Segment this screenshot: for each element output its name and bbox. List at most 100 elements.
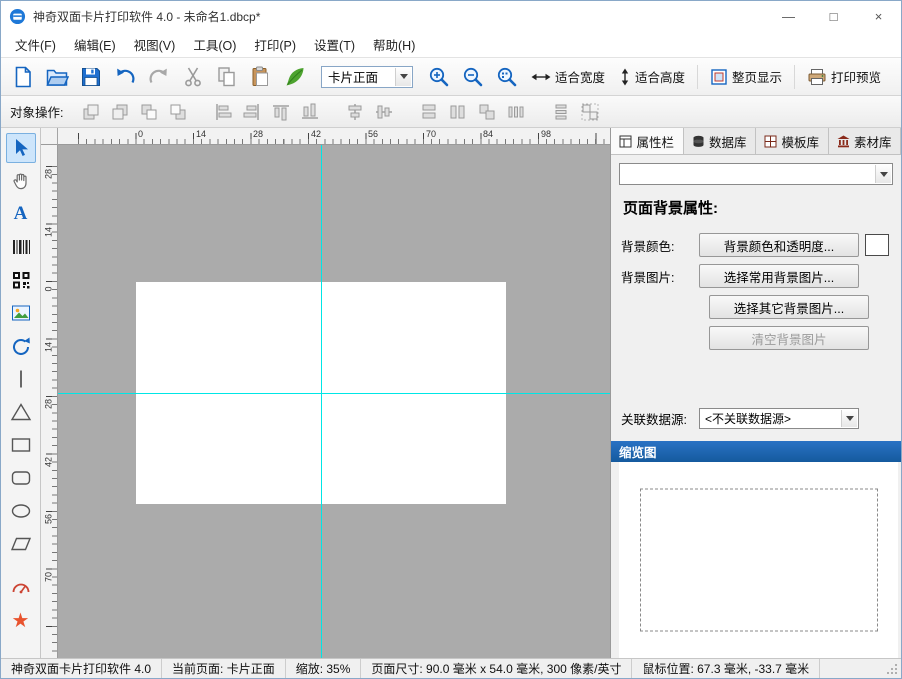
star-tool[interactable]: ★ (6, 606, 36, 636)
distribute-vertical-button[interactable] (548, 99, 574, 125)
align-top-icon (271, 102, 291, 122)
zoom-in-button[interactable] (423, 61, 455, 93)
layer-down-button[interactable] (107, 99, 133, 125)
object-select-combo[interactable] (619, 163, 893, 185)
thumbnail-title: 缩览图 (619, 442, 657, 461)
menu-edit[interactable]: 编辑(E) (65, 30, 125, 59)
copy-button[interactable] (211, 61, 243, 93)
qrcode-tool[interactable] (6, 265, 36, 295)
redo-button[interactable] (143, 61, 175, 93)
group-objects-button[interactable] (577, 99, 603, 125)
distribute-horizontal-button[interactable] (503, 99, 529, 125)
horizontal-ruler: 0 14 28 42 56 70 84 98 (58, 128, 610, 145)
bring-to-front-button[interactable] (136, 99, 162, 125)
align-left-button[interactable] (210, 99, 236, 125)
statusbar-zoom: 缩放: 35% (286, 659, 362, 678)
group-objects-icon (580, 102, 600, 122)
clear-background-button[interactable]: 清空背景图片 (709, 326, 869, 350)
background-color-button[interactable]: 背景颜色和透明度... (699, 233, 859, 257)
ellipse-tool[interactable] (6, 496, 36, 526)
menu-tools[interactable]: 工具(O) (184, 30, 245, 59)
menu-view[interactable]: 视图(V) (125, 30, 185, 59)
align-right-button[interactable] (239, 99, 265, 125)
triangle-icon (10, 401, 32, 423)
tab-template-library[interactable]: 模板库 (756, 128, 829, 154)
chevron-down-icon (400, 74, 408, 79)
page-select-arrow[interactable] (395, 68, 411, 86)
tab-material-library[interactable]: 素材库 (829, 128, 902, 154)
thumbnail-area (619, 462, 898, 658)
choose-common-background-button[interactable]: 选择常用背景图片... (699, 264, 859, 288)
vertical-center-guide (321, 145, 322, 658)
zoom-in-icon (427, 65, 451, 89)
equal-height-button[interactable] (445, 99, 471, 125)
design-canvas[interactable] (58, 145, 610, 658)
close-button[interactable]: × (856, 1, 901, 31)
gauge-tool[interactable] (6, 573, 36, 603)
save-button[interactable] (75, 61, 107, 93)
choose-other-background-button[interactable]: 选择其它背景图片... (709, 295, 869, 319)
menu-settings[interactable]: 设置(T) (305, 30, 364, 59)
cut-button[interactable] (177, 61, 209, 93)
right-panel: 属性栏 数据库 模板库 素材库 (610, 128, 901, 658)
datasource-combo[interactable]: <不关联数据源> (699, 408, 859, 429)
layer-up-button[interactable] (78, 99, 104, 125)
zoom-out-button[interactable] (457, 61, 489, 93)
equal-width-button[interactable] (416, 99, 442, 125)
minimize-button[interactable]: — (766, 1, 811, 31)
feather-tool-button[interactable] (279, 61, 311, 93)
zoom-selection-button[interactable] (491, 61, 523, 93)
menu-file[interactable]: 文件(F) (6, 30, 65, 59)
send-to-back-button[interactable] (165, 99, 191, 125)
menu-print[interactable]: 打印(P) (245, 30, 305, 59)
center-horizontal-button[interactable] (342, 99, 368, 125)
distribute-vertical-icon (551, 102, 571, 122)
v-ruler-label: 14 (44, 340, 54, 355)
whole-page-button[interactable]: 整页显示 (704, 61, 788, 93)
open-file-button[interactable] (41, 61, 73, 93)
fit-width-button[interactable]: 适合宽度 (525, 61, 611, 93)
fit-height-button[interactable]: 适合高度 (613, 61, 691, 93)
star-icon: ★ (12, 611, 30, 631)
maximize-button[interactable]: □ (811, 1, 856, 31)
tab-properties[interactable]: 属性栏 (611, 128, 684, 154)
center-vertical-button[interactable] (371, 99, 397, 125)
new-document-button[interactable] (7, 61, 39, 93)
paste-button[interactable] (245, 61, 277, 93)
resize-grip[interactable] (885, 662, 899, 676)
align-top-button[interactable] (268, 99, 294, 125)
window-controls: — □ × (766, 1, 901, 31)
ellipse-icon (10, 500, 32, 522)
rounded-rectangle-tool[interactable] (6, 463, 36, 493)
menu-help[interactable]: 帮助(H) (364, 30, 424, 59)
triangle-tool[interactable] (6, 397, 36, 427)
rectangle-tool[interactable] (6, 430, 36, 460)
statusbar-current-page: 当前页面: 卡片正面 (162, 659, 286, 678)
statusbar-mouse-position: 鼠标位置: 67.3 毫米, -33.7 毫米 (632, 659, 820, 678)
page-select-combo[interactable]: 卡片正面 (321, 66, 413, 88)
image-tool[interactable] (6, 298, 36, 328)
text-tool[interactable]: A (6, 199, 36, 229)
text-tool-icon: A (14, 203, 28, 225)
rectangle-icon (10, 434, 32, 456)
equal-size-button[interactable] (474, 99, 500, 125)
align-bottom-button[interactable] (297, 99, 323, 125)
barcode-tool[interactable] (6, 232, 36, 262)
undo-button[interactable] (109, 61, 141, 93)
object-operations-bar: 对象操作: (1, 96, 901, 128)
h-ruler-label: 28 (253, 129, 263, 139)
pan-tool[interactable] (6, 166, 36, 196)
object-select-arrow[interactable] (875, 165, 891, 183)
print-preview-button[interactable]: 打印预览 (801, 61, 887, 93)
align-left-icon (213, 102, 233, 122)
rotate-tool[interactable] (6, 331, 36, 361)
tab-database[interactable]: 数据库 (684, 128, 757, 154)
rounded-rectangle-icon (10, 467, 32, 489)
select-tool[interactable] (6, 133, 36, 163)
statusbar-app-name: 神奇双面卡片打印软件 4.0 (1, 659, 162, 678)
datasource-arrow[interactable] (841, 410, 857, 427)
line-tool[interactable] (6, 364, 36, 394)
polygon-tool[interactable] (6, 529, 36, 559)
h-ruler-label: 98 (541, 129, 551, 139)
h-ruler-label: 0 (138, 129, 143, 139)
